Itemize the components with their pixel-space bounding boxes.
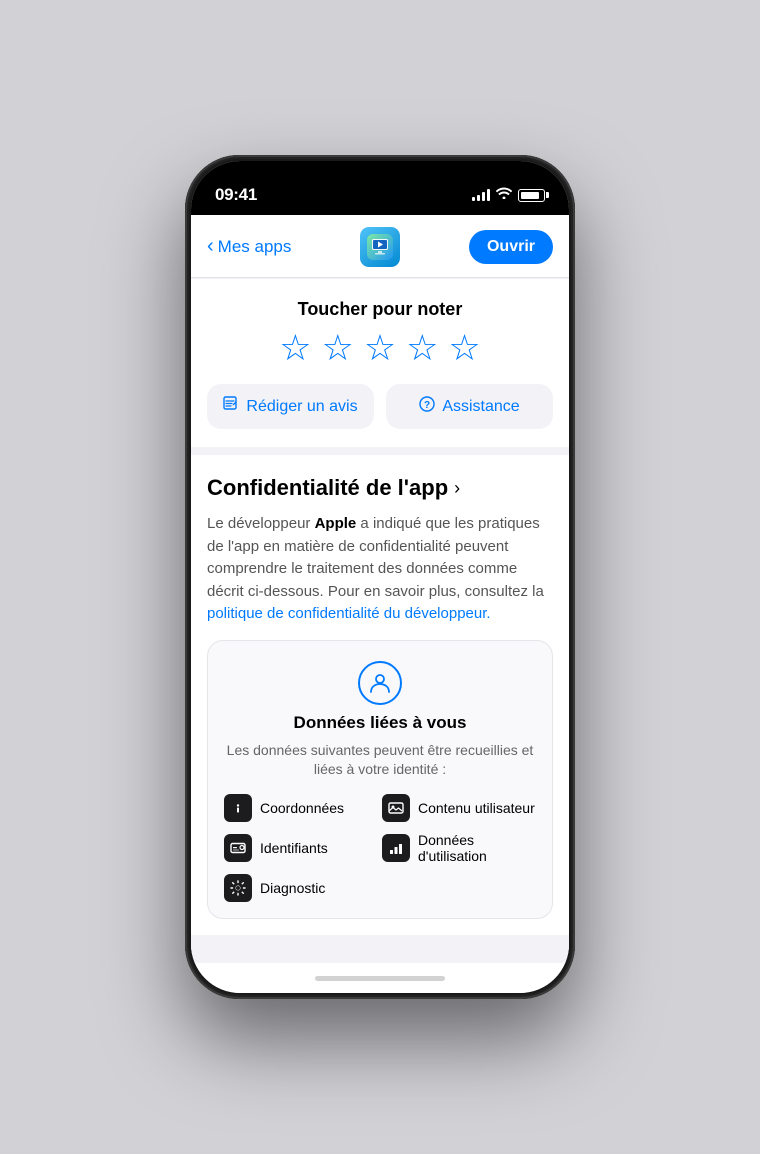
info-icon	[224, 794, 252, 822]
privacy-section: Confidentialité de l'app › Le développeu…	[191, 455, 569, 935]
list-item: Donnéesd'utilisation	[382, 832, 536, 864]
phone-frame: 09:41 ‹	[185, 155, 575, 999]
list-item: Coordonnées	[224, 794, 378, 822]
review-icon	[223, 396, 239, 417]
list-item: Identifiants	[224, 832, 378, 864]
privacy-title[interactable]: Confidentialité de l'app ›	[207, 475, 553, 501]
rating-section: Toucher pour noter ☆ ☆ ☆ ☆ ☆	[191, 279, 569, 384]
content-area[interactable]: ‹ Mes apps	[191, 215, 569, 963]
data-grid: Coordonnées Contenu utili	[224, 794, 536, 902]
home-bar	[315, 976, 445, 981]
donnees-label: Donnéesd'utilisation	[418, 832, 487, 864]
contenu-label: Contenu utilisateur	[418, 800, 535, 816]
review-button[interactable]: Rédiger un avis	[207, 384, 374, 429]
card-icon	[224, 834, 252, 862]
open-button[interactable]: Ouvrir	[469, 230, 553, 264]
gear-icon	[224, 874, 252, 902]
privacy-link[interactable]: politique de confidentialité du développ…	[207, 605, 491, 622]
star-3[interactable]: ☆	[364, 330, 396, 366]
stars-row[interactable]: ☆ ☆ ☆ ☆ ☆	[279, 330, 480, 366]
assistance-icon: ?	[419, 396, 435, 417]
privacy-chevron-icon: ›	[454, 478, 460, 499]
review-label: Rédiger un avis	[246, 398, 357, 416]
star-4[interactable]: ☆	[406, 330, 438, 366]
rating-title: Toucher pour noter	[298, 299, 463, 320]
phone-screen: 09:41 ‹	[191, 161, 569, 993]
star-5[interactable]: ☆	[448, 330, 480, 366]
home-indicator	[191, 963, 569, 993]
chart-icon	[382, 834, 410, 862]
app-icon	[360, 227, 400, 267]
wifi-icon	[496, 187, 512, 202]
assistance-label: Assistance	[442, 398, 519, 416]
status-bar: 09:41	[191, 161, 569, 215]
back-chevron-icon: ‹	[207, 235, 214, 258]
signal-icon	[472, 189, 490, 201]
battery-icon	[518, 189, 545, 202]
data-card-subtitle: Les données suivantes peuvent être recue…	[224, 741, 536, 780]
list-item: Contenu utilisateur	[382, 794, 536, 822]
data-card-title: Données liées à vous	[294, 713, 467, 733]
svg-text:?: ?	[424, 400, 430, 411]
coordonnees-label: Coordonnées	[260, 800, 344, 816]
action-buttons: Rédiger un avis ? Assistance	[191, 384, 569, 447]
identifiants-label: Identifiants	[260, 840, 328, 856]
back-label: Mes apps	[218, 237, 292, 257]
diagnostic-label: Diagnostic	[260, 880, 325, 896]
status-icons	[472, 188, 545, 202]
status-time: 09:41	[215, 185, 257, 205]
data-card[interactable]: Données liées à vous Les données suivant…	[207, 640, 553, 919]
nav-bar: ‹ Mes apps	[191, 215, 569, 278]
star-2[interactable]: ☆	[322, 330, 354, 366]
dynamic-island	[320, 173, 440, 207]
privacy-title-text: Confidentialité de l'app	[207, 475, 448, 501]
person-icon	[358, 661, 402, 705]
data-card-header: Données liées à vous Les données suivant…	[224, 661, 536, 780]
privacy-description: Le développeur Apple a indiqué que les p…	[207, 513, 553, 626]
photo-icon	[382, 794, 410, 822]
star-1[interactable]: ☆	[279, 330, 311, 366]
list-item: Diagnostic	[224, 874, 378, 902]
back-button[interactable]: ‹ Mes apps	[207, 236, 291, 258]
assistance-button[interactable]: ? Assistance	[386, 384, 553, 429]
